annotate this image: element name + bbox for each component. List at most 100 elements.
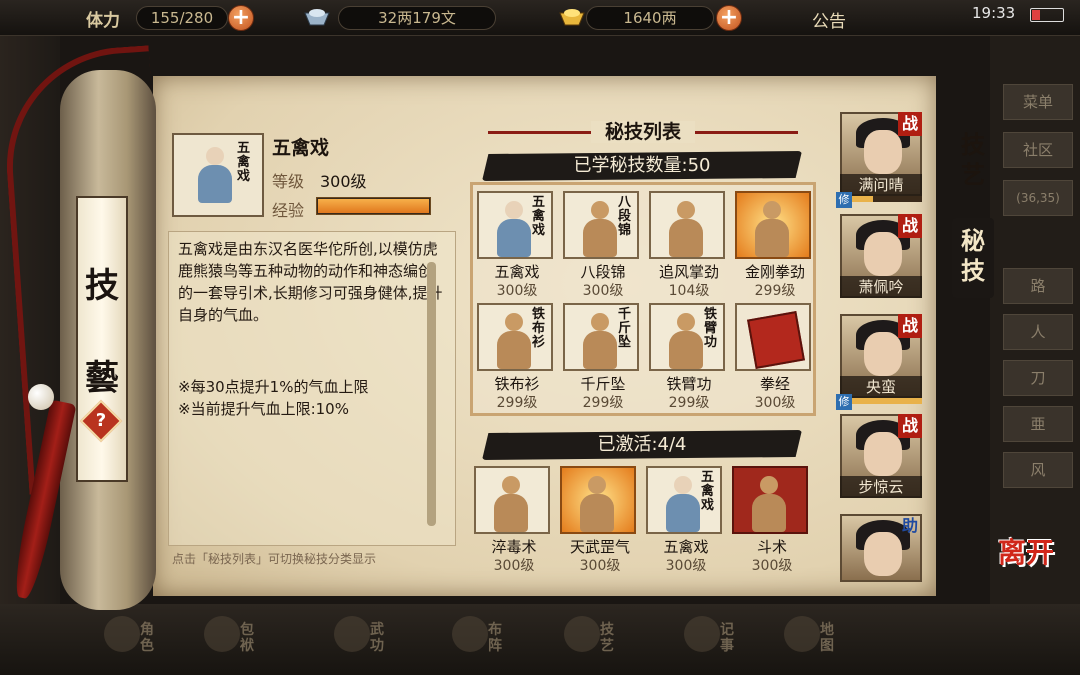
skill-note: ※每30点提升1%的气血上限	[178, 378, 369, 396]
exp-bar	[316, 197, 431, 215]
skill-description: 五禽戏是由东汉名医华佗所创,以模仿虎鹿熊猿鸟等五种动物的动作和神态编创的一套导引…	[178, 240, 443, 324]
skill-level: 300级	[754, 395, 796, 411]
nav-bag[interactable]: 包袱	[200, 612, 280, 668]
skill-level: 299级	[496, 395, 538, 411]
nav-skills[interactable]: 技艺	[560, 612, 640, 668]
nav-character[interactable]: 角色	[100, 612, 180, 668]
skill-name: 铁布衫	[494, 375, 540, 393]
character-card[interactable]: 满问晴 战修	[836, 112, 926, 208]
skill-icon: 五禽戏	[646, 466, 722, 534]
skill-name: 天武罡气	[569, 538, 630, 556]
skill-card[interactable]: 千斤坠 千斤坠 299级	[563, 303, 641, 411]
level-label: 等级	[272, 172, 305, 191]
add-stamina-button[interactable]: +	[228, 5, 254, 31]
side-menu-item[interactable]: 路	[1003, 268, 1073, 304]
skill-card[interactable]: 八段锦 八段锦 300级	[563, 191, 641, 299]
training-progress	[852, 398, 922, 404]
skill-card[interactable]: 五禽戏 五禽戏 300级	[646, 466, 724, 574]
map-icon	[784, 616, 820, 652]
tab-skills[interactable]: 技艺	[952, 130, 994, 200]
side-menu-item[interactable]: 刀	[1003, 360, 1073, 396]
journal-icon	[684, 616, 720, 652]
battery-icon	[1030, 8, 1064, 22]
side-menu-item[interactable]: 人	[1003, 314, 1073, 350]
exp-label: 经验	[272, 201, 305, 220]
skill-level: 300级	[579, 558, 621, 574]
side-menu-item[interactable]: 风	[1003, 452, 1073, 488]
add-gold-button[interactable]: +	[716, 5, 742, 31]
skill-card[interactable]: 五禽戏 五禽戏 300级	[477, 191, 555, 299]
skill-level: 104级	[668, 283, 710, 299]
skill-name: 拳经	[759, 375, 790, 393]
community-button[interactable]: 社区	[1003, 132, 1073, 168]
skill-icon	[735, 191, 811, 259]
skill-card[interactable]: 金刚拳劲 299级	[735, 191, 813, 299]
skill-card[interactable]: 拳经 300级	[735, 303, 813, 411]
selected-skill-name: 五禽戏	[272, 137, 330, 159]
activated-banner: 已激活:4/4	[482, 430, 802, 460]
scroll-title-bottom: 藝	[85, 358, 119, 398]
silver-value: 32两179文	[338, 6, 496, 30]
role-badge: 战	[898, 112, 922, 136]
clock: 19:33	[972, 4, 1016, 22]
skill-level: 300级	[665, 558, 707, 574]
skill-card[interactable]: 淬毒术 300级	[474, 466, 552, 574]
skill-level: 299级	[754, 283, 796, 299]
nav-map[interactable]: 地图	[780, 612, 860, 668]
skill-name: 八段锦	[580, 263, 626, 281]
bag-icon	[204, 616, 240, 652]
character-card[interactable]: 萧佩吟 战	[836, 214, 926, 308]
skill-icon	[560, 466, 636, 534]
menu-button[interactable]: 菜单	[1003, 84, 1073, 120]
silver-icon	[304, 9, 330, 26]
character-card[interactable]: 助	[836, 514, 926, 582]
stamina-value: 155/280	[136, 6, 228, 30]
skill-card[interactable]: 斗术 300级	[732, 466, 810, 574]
skill-icon	[474, 466, 550, 534]
skill-card[interactable]: 天武罡气 300级	[560, 466, 638, 574]
skill-name: 金刚拳劲	[744, 263, 805, 281]
skill-name: 淬毒术	[491, 538, 537, 556]
skill-name: 五禽戏	[494, 263, 540, 281]
nav-formation[interactable]: 布阵	[448, 612, 528, 668]
skill-name: 斗术	[756, 538, 787, 556]
level-value: 300级	[320, 172, 367, 191]
character-card[interactable]: 央蛮 战修	[836, 314, 926, 410]
nav-martial-arts[interactable]: 武功	[330, 612, 410, 668]
skill-list-title[interactable]: 秘技列表	[488, 117, 798, 147]
training-progress	[852, 196, 922, 202]
skill-card[interactable]: 追风掌劲 104级	[649, 191, 727, 299]
skill-name: 追风掌劲	[658, 263, 719, 281]
skill-name: 千斤坠	[580, 375, 626, 393]
skill-level: 300级	[751, 558, 793, 574]
skill-card[interactable]: 铁臂功 铁臂功 299级	[649, 303, 727, 411]
gold-value: 1640两	[586, 6, 714, 30]
learned-count-banner: 已学秘技数量:50	[482, 151, 802, 181]
hint-text: 点击「秘技列表」可切换秘技分类显示	[172, 552, 377, 566]
character-name: 央蛮	[840, 376, 922, 398]
skill-level: 300级	[493, 558, 535, 574]
skill-level: 300级	[582, 283, 624, 299]
character-icon	[104, 616, 140, 652]
training-tag: 修	[836, 394, 852, 410]
skill-icon	[649, 191, 725, 259]
learned-skill-grid[interactable]: 五禽戏 五禽戏 300级 八段锦 八段锦 300级 追风掌劲 104级 金刚拳劲 299级 铁布衫铁…	[470, 182, 816, 416]
role-badge: 战	[898, 314, 922, 338]
nav-journal[interactable]: 记事	[680, 612, 760, 668]
character-name: 步惊云	[840, 476, 922, 498]
character-name: 满问晴	[840, 174, 922, 196]
character-card[interactable]: 步惊云 战	[836, 414, 926, 508]
exp-fill	[318, 199, 429, 213]
description-scrollbar[interactable]	[427, 262, 436, 526]
selected-skill-thumbnail: 五禽戏	[172, 133, 264, 217]
close-button[interactable]: 离开	[995, 539, 1057, 600]
side-menu-item[interactable]: 亜	[1003, 406, 1073, 442]
notice-button[interactable]: 公告	[812, 7, 846, 32]
skill-card[interactable]: 铁布衫 铁布衫 299级	[477, 303, 555, 411]
skill-figure-icon: 五禽戏	[180, 139, 256, 211]
skill-level: 299级	[582, 395, 624, 411]
skill-level: 300级	[496, 283, 538, 299]
top-status-bar: 体力 155/280 + 32两179文 1640两 + 公告 19:33	[0, 0, 1080, 36]
tab-secret-skills[interactable]: 秘技	[952, 218, 994, 298]
training-tag: 修	[836, 192, 852, 208]
